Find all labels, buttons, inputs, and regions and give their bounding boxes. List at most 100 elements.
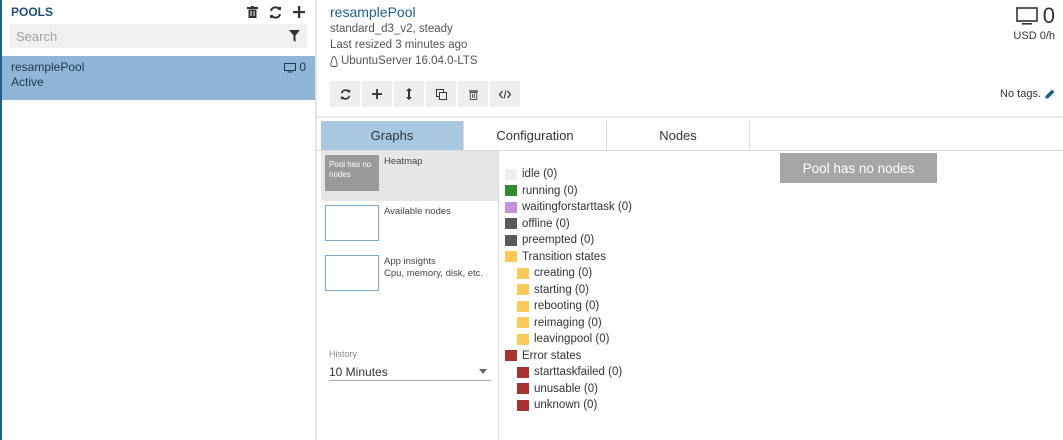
chevron-down-icon [479, 369, 487, 374]
add-icon[interactable] [292, 5, 305, 19]
app-insights-thumbnail [325, 255, 379, 291]
add-job-button[interactable] [362, 81, 392, 107]
legend-swatch [517, 284, 529, 296]
refresh-icon [340, 88, 350, 100]
legend-swatch [517, 317, 529, 329]
legend-item: starting (0) [505, 282, 632, 299]
search-input[interactable] [16, 28, 288, 44]
legend-label: creating (0) [534, 267, 593, 280]
legend-label: waitingforstarttask (0) [522, 201, 632, 214]
delete-button[interactable] [458, 81, 488, 107]
code-button[interactable] [490, 81, 520, 107]
legend-item: Error states [505, 348, 632, 365]
legend-label: Transition states [522, 250, 606, 263]
graph-sub-app-insights: Cpu, memory, disk, etc. [384, 268, 484, 279]
legend-item: creating (0) [505, 265, 632, 282]
pool-toolbar [330, 81, 520, 107]
add-icon [372, 89, 382, 99]
graph-list: Pool has no nodes Heatmap Available node… [321, 151, 499, 440]
graph-item-available-nodes[interactable]: Available nodes [321, 201, 498, 251]
pencil-icon[interactable] [1045, 89, 1055, 99]
tab-nodes[interactable]: Nodes [607, 121, 750, 150]
resize-button[interactable] [394, 81, 424, 107]
legend-label: Error states [522, 349, 582, 362]
pool-os: UbuntuServer 16.04.0-LTS [341, 55, 478, 67]
legend-label: starting (0) [534, 283, 589, 296]
legend-swatch [505, 350, 517, 362]
history-value: 10 Minutes [329, 364, 388, 379]
pools-sidebar: POOLS resamplePool 0 Active [0, 0, 316, 440]
legend-swatch [505, 168, 517, 180]
legend-item: waitingforstarttask (0) [505, 199, 632, 216]
legend-label: preempted (0) [522, 234, 595, 247]
legend-swatch [505, 234, 517, 246]
cost-summary: 0 USD 0/h [1013, 3, 1055, 43]
legend-item: leavingpool (0) [505, 331, 632, 348]
legend-label: running (0) [522, 184, 578, 197]
legend-swatch [517, 333, 529, 345]
search-box [10, 24, 307, 48]
monitor-icon [284, 62, 297, 72]
legend-item: unusable (0) [505, 381, 632, 398]
graph-item-heatmap[interactable]: Pool has no nodes Heatmap [321, 151, 498, 201]
legend-swatch [517, 383, 529, 395]
legend-item: offline (0) [505, 216, 632, 233]
heatmap-thumbnail: Pool has no nodes [325, 155, 379, 191]
graph-label-available-nodes: Available nodes [384, 206, 451, 217]
legend-item: idle (0) [505, 166, 632, 183]
legend-item: unknown (0) [505, 397, 632, 414]
pool-vm-size: standard_d3_v2, steady [330, 23, 453, 35]
legend-item: rebooting (0) [505, 298, 632, 315]
graph-item-app-insights[interactable]: App insights Cpu, memory, disk, etc. [321, 251, 498, 301]
trash-icon[interactable] [246, 5, 259, 19]
graph-label-heatmap: Heatmap [384, 156, 423, 167]
legend-label: leavingpool (0) [534, 333, 610, 346]
pools-header: POOLS [2, 0, 315, 24]
monitor-icon [1015, 7, 1038, 25]
legend-label: offline (0) [522, 217, 570, 230]
legend-label: rebooting (0) [534, 300, 600, 313]
cost-rate: USD 0/h [1013, 30, 1055, 42]
legend-swatch [505, 251, 517, 263]
legend-swatch [517, 267, 529, 279]
legend-item: starttaskfailed (0) [505, 364, 632, 381]
available-nodes-thumbnail [325, 205, 379, 241]
pool-tabs-panel: Graphs Configuration Nodes Pool has no n… [317, 118, 1063, 440]
pool-resized: Last resized 3 minutes ago [330, 39, 468, 51]
code-icon [499, 89, 511, 99]
legend-swatch [517, 300, 529, 312]
node-state-legend: idle (0) running (0) waitingforstarttask (… [505, 166, 632, 414]
tab-bar: Graphs Configuration Nodes [317, 118, 1063, 151]
legend-label: unusable (0) [534, 382, 598, 395]
clone-button[interactable] [426, 81, 456, 107]
legend-item: Transition states [505, 249, 632, 266]
legend-swatch [517, 399, 529, 411]
legend-swatch [517, 366, 529, 378]
pool-list-item[interactable]: resamplePool 0 Active [2, 56, 315, 100]
legend-swatch [505, 218, 517, 230]
legend-label: starttaskfailed (0) [534, 366, 623, 379]
tags-area[interactable]: No tags. [1000, 88, 1055, 100]
trash-icon [468, 89, 478, 100]
no-nodes-banner: Pool has no nodes [780, 153, 937, 183]
history-label: History [329, 349, 358, 359]
pool-item-name: resamplePool [11, 60, 85, 74]
refresh-button[interactable] [330, 81, 360, 107]
linux-icon [330, 55, 338, 67]
tab-configuration[interactable]: Configuration [464, 121, 607, 150]
legend-swatch [505, 201, 517, 213]
history-select[interactable]: 10 Minutes [329, 363, 491, 381]
dedicated-node-count: 0 [1042, 3, 1055, 28]
pool-item-state: Active [11, 75, 44, 89]
resize-icon [406, 88, 412, 100]
legend-item: reimaging (0) [505, 315, 632, 332]
legend-item: preempted (0) [505, 232, 632, 249]
tab-graphs[interactable]: Graphs [321, 121, 464, 150]
legend-item: running (0) [505, 183, 632, 200]
clone-icon [435, 88, 447, 100]
legend-swatch [505, 185, 517, 197]
filter-icon[interactable] [288, 29, 301, 43]
refresh-icon[interactable] [269, 5, 282, 19]
pools-title: POOLS [11, 5, 54, 19]
graph-label-app-insights: App insights [384, 256, 436, 267]
